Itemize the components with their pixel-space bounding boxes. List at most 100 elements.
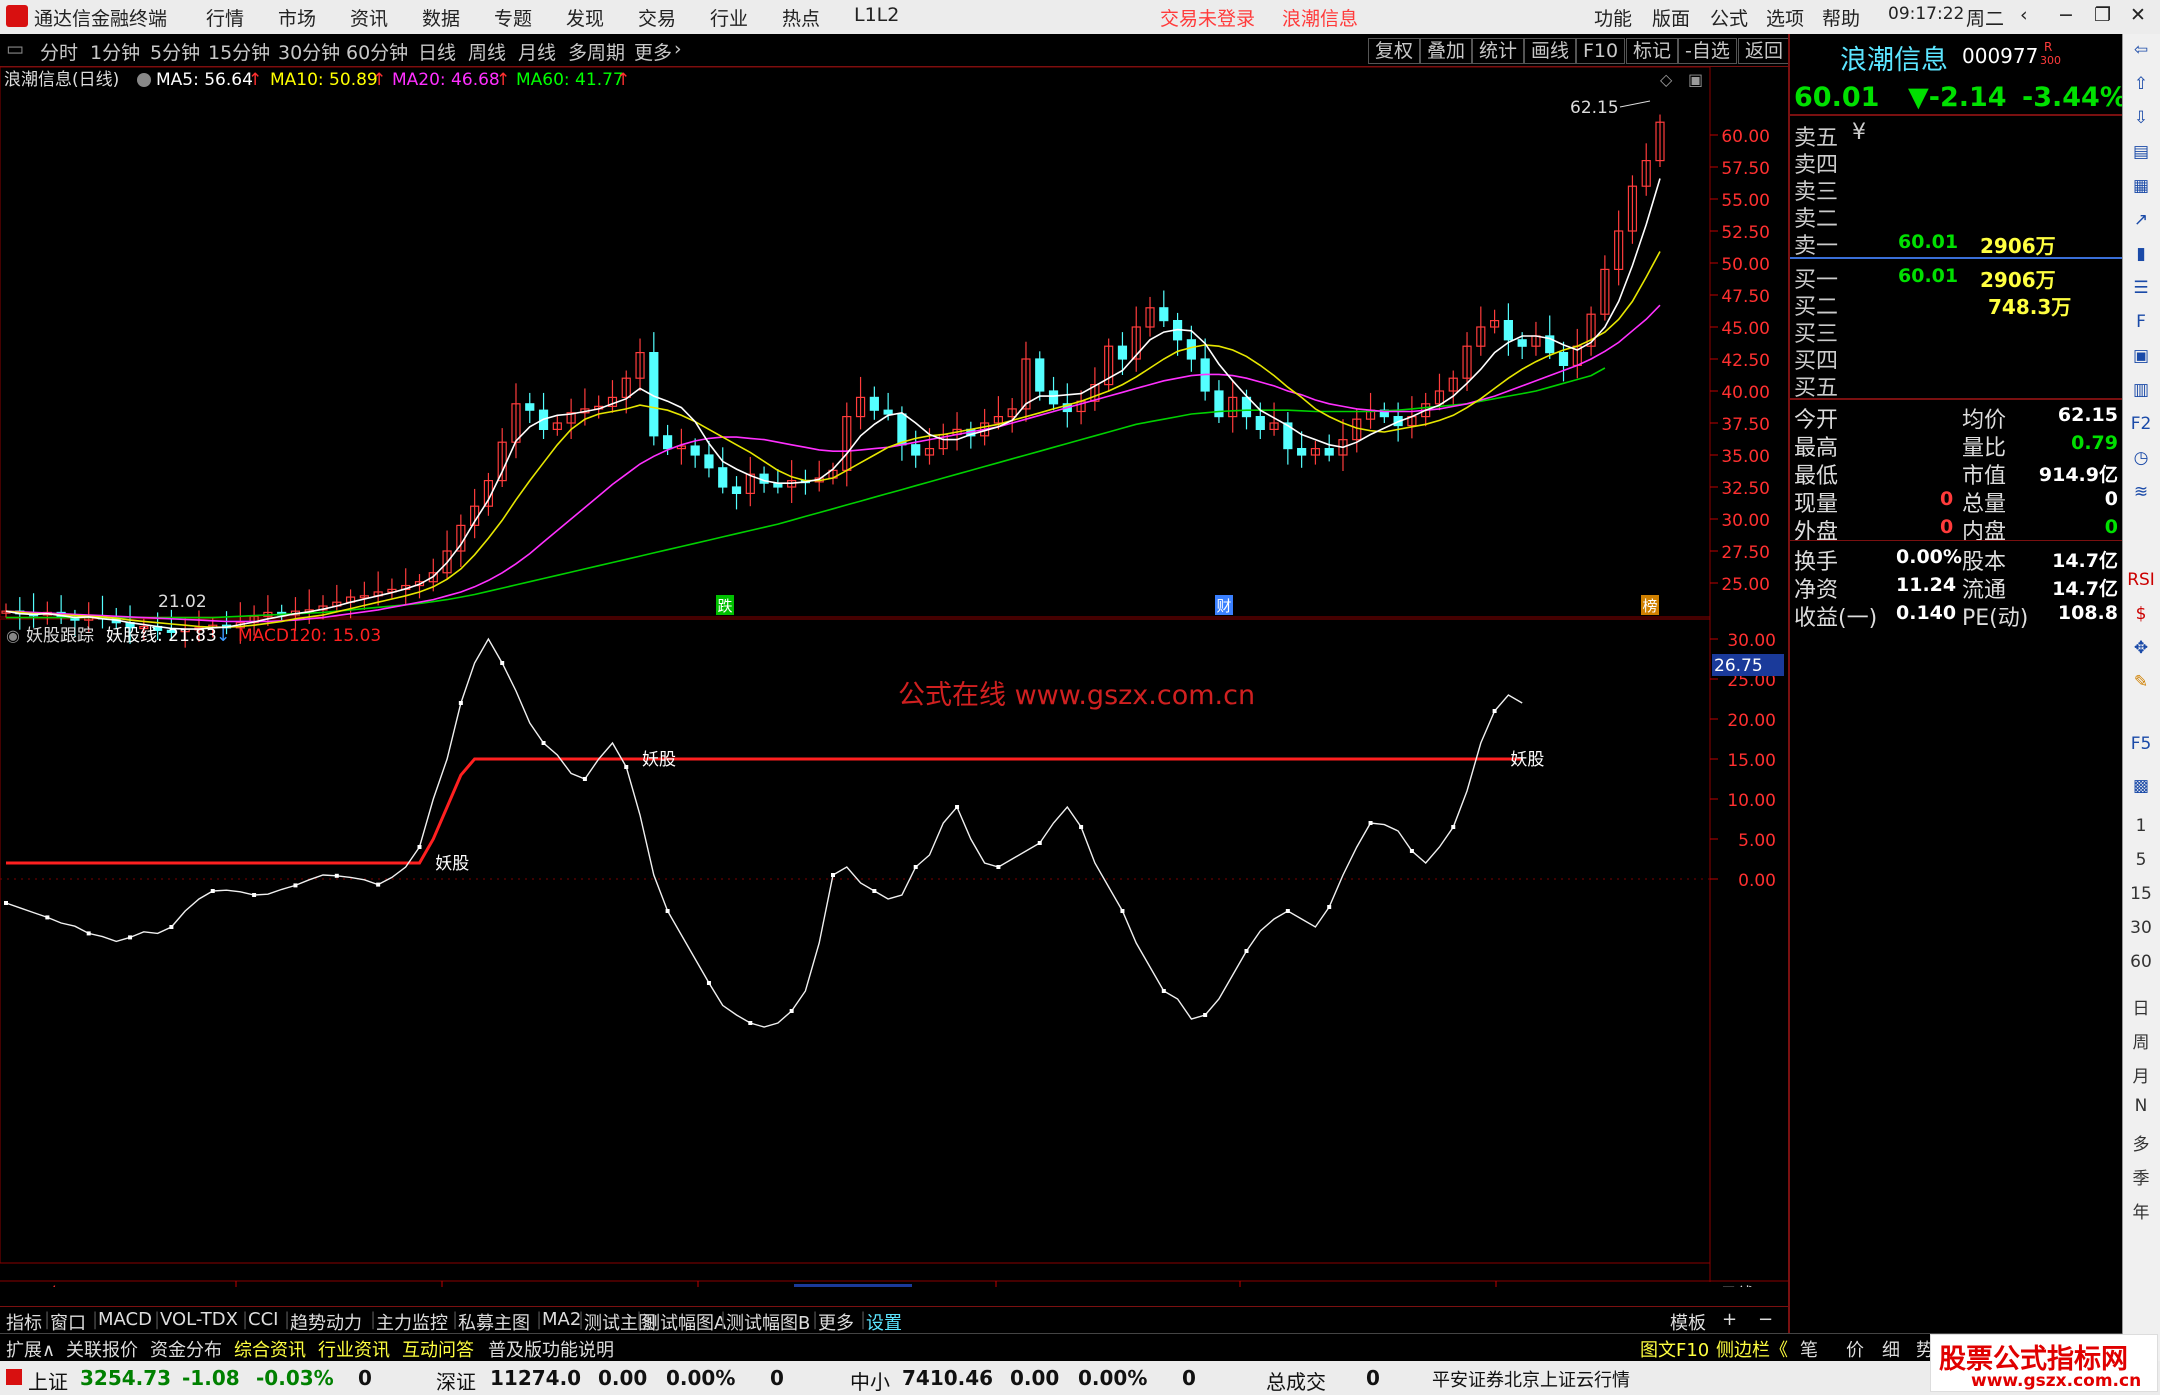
- template-tab[interactable]: 模板: [1670, 1309, 1706, 1335]
- info-tab[interactable]: 行业资讯: [318, 1336, 390, 1362]
- minimize-icon[interactable]: −: [2058, 4, 2074, 26]
- indicator-tab[interactable]: 主力监控: [376, 1309, 448, 1335]
- collapse-icon[interactable]: ▭: [6, 38, 24, 60]
- indicator-tab[interactable]: 测试幅图A: [642, 1309, 726, 1335]
- chart-settings-icon[interactable]: [137, 73, 151, 87]
- indicator-tab[interactable]: CCI: [248, 1309, 278, 1330]
- menu-discover[interactable]: 发现: [566, 4, 604, 31]
- side-dollar-icon[interactable]: $: [2127, 604, 2155, 624]
- menu-layout[interactable]: 版面: [1652, 4, 1690, 31]
- side-move-icon[interactable]: ✥: [2127, 638, 2155, 658]
- draw-line-button[interactable]: 画线: [1524, 38, 1577, 64]
- side-period-multi[interactable]: 多: [2127, 1130, 2155, 1155]
- side-list-icon[interactable]: ▦: [2127, 176, 2155, 196]
- restore-icon[interactable]: ❐: [2094, 4, 2111, 26]
- sub-chart-settings-icon[interactable]: ◉: [6, 626, 20, 645]
- side-period-30[interactable]: 30: [2127, 918, 2155, 938]
- indicator-tab[interactable]: VOL-TDX: [160, 1309, 238, 1330]
- f10-button[interactable]: F10: [1576, 38, 1626, 64]
- bid-row-1[interactable]: 买一 60.01 2906万: [1790, 262, 2124, 293]
- template-tab[interactable]: −: [1758, 1309, 1773, 1330]
- side-f5-icon[interactable]: F5: [2127, 734, 2155, 754]
- right-tab[interactable]: 笔: [1800, 1336, 1818, 1362]
- menu-formula[interactable]: 公式: [1710, 4, 1748, 31]
- menu-hot[interactable]: 热点: [782, 4, 820, 31]
- indicator-tab[interactable]: 测试幅图B: [726, 1309, 810, 1335]
- side-f10-icon[interactable]: F: [2127, 312, 2155, 332]
- info-tab[interactable]: 普及版功能说明: [488, 1336, 614, 1362]
- period-tab-5min[interactable]: 5分钟: [150, 38, 200, 65]
- menu-market-quote[interactable]: 行情: [206, 4, 244, 31]
- side-period-week[interactable]: 周: [2127, 1028, 2155, 1053]
- zx-label[interactable]: 中小: [850, 1366, 890, 1395]
- right-tab[interactable]: 细: [1882, 1336, 1900, 1362]
- indicator-tab[interactable]: MACD: [98, 1309, 152, 1330]
- side-arrow-up-icon[interactable]: ⇧: [2127, 74, 2155, 94]
- info-tab[interactable]: 互动问答: [402, 1336, 474, 1362]
- indicator-tab[interactable]: 更多: [818, 1309, 854, 1335]
- bid-row-4[interactable]: 买四: [1790, 343, 2124, 374]
- info-tab[interactable]: 综合资讯: [234, 1336, 306, 1362]
- side-period-n[interactable]: N: [2127, 1096, 2155, 1116]
- side-period-month[interactable]: 月: [2127, 1062, 2155, 1087]
- side-period-60[interactable]: 60: [2127, 952, 2155, 972]
- overlay-button[interactable]: 叠加: [1420, 38, 1473, 64]
- indicator-tab[interactable]: 窗口: [50, 1309, 86, 1335]
- menu-news[interactable]: 资讯: [350, 4, 388, 31]
- side-doc-icon[interactable]: ▣: [2127, 346, 2155, 366]
- side-trend-icon[interactable]: ↗: [2127, 210, 2155, 230]
- bid-row-5[interactable]: 买五: [1790, 370, 2124, 401]
- period-tab-15min[interactable]: 15分钟: [208, 38, 270, 65]
- side-period-day[interactable]: 日: [2127, 994, 2155, 1019]
- period-tab-1min[interactable]: 1分钟: [90, 38, 140, 65]
- side-period-1[interactable]: 1: [2127, 816, 2155, 836]
- indicator-tab[interactable]: 设置: [866, 1309, 902, 1335]
- indicator-tab[interactable]: 私募主图: [458, 1309, 530, 1335]
- side-quote-icon[interactable]: ▤: [2127, 142, 2155, 162]
- menu-market[interactable]: 市场: [278, 4, 316, 31]
- diamond-icon[interactable]: ◇: [1660, 70, 1673, 89]
- menu-options[interactable]: 选项: [1766, 4, 1804, 31]
- indicator-tab[interactable]: 趋势动力: [290, 1309, 362, 1335]
- menu-help[interactable]: 帮助: [1822, 4, 1860, 31]
- chart-area[interactable]: 60.0057.5055.0052.5050.0047.5045.0042.50…: [0, 67, 1788, 1287]
- side-kline-icon[interactable]: ▮: [2127, 244, 2155, 264]
- info-tab[interactable]: 关联报价: [66, 1336, 138, 1362]
- side-news-icon[interactable]: ☰: [2127, 278, 2155, 298]
- period-tab-more[interactable]: 更多: [634, 38, 672, 65]
- menu-industry[interactable]: 行业: [710, 4, 748, 31]
- side-info-icon[interactable]: ▥: [2127, 380, 2155, 400]
- statistics-button[interactable]: 统计: [1472, 38, 1525, 64]
- sh-label[interactable]: 上证: [28, 1366, 68, 1395]
- remove-watchlist-button[interactable]: -自选: [1678, 38, 1737, 64]
- info-tab[interactable]: 扩展∧: [6, 1336, 55, 1362]
- period-tab-daily[interactable]: 日线: [418, 38, 456, 65]
- side-arrow-left-icon[interactable]: ⇦: [2127, 40, 2155, 60]
- ask-row-4[interactable]: 卖四: [1790, 147, 2124, 178]
- right-tab[interactable]: 侧边栏《: [1716, 1336, 1788, 1362]
- menu-trade[interactable]: 交易: [638, 4, 676, 31]
- chevron-right-icon[interactable]: ›: [674, 38, 682, 60]
- side-rsi-icon[interactable]: RSI: [2127, 570, 2155, 590]
- menu-topics[interactable]: 专题: [494, 4, 532, 31]
- info-tab[interactable]: 资金分布: [150, 1336, 222, 1362]
- side-f2-icon[interactable]: F2: [2127, 414, 2155, 434]
- bid-row-3[interactable]: 买三: [1790, 316, 2124, 347]
- mark-button[interactable]: 标记: [1626, 38, 1679, 64]
- side-period-15[interactable]: 15: [2127, 884, 2155, 904]
- side-period-5[interactable]: 5: [2127, 850, 2155, 870]
- side-pulse-icon[interactable]: ≋: [2127, 482, 2155, 502]
- side-period-year[interactable]: 年: [2127, 1198, 2155, 1223]
- sz-label[interactable]: 深证: [436, 1366, 476, 1395]
- ask-row-3[interactable]: 卖三: [1790, 174, 2124, 205]
- template-tab[interactable]: +: [1722, 1309, 1737, 1330]
- period-tab-weekly[interactable]: 周线: [468, 38, 506, 65]
- login-status[interactable]: 交易未登录: [1160, 4, 1255, 31]
- period-tab-intraday[interactable]: 分时: [40, 38, 78, 65]
- period-tab-monthly[interactable]: 月线: [518, 38, 556, 65]
- side-arrow-down-icon[interactable]: ⇩: [2127, 108, 2155, 128]
- right-tab[interactable]: 价: [1846, 1336, 1864, 1362]
- menu-data[interactable]: 数据: [422, 4, 460, 31]
- ask-row-2[interactable]: 卖二: [1790, 201, 2124, 232]
- bid-row-2[interactable]: 买二 748.3万: [1790, 289, 2124, 320]
